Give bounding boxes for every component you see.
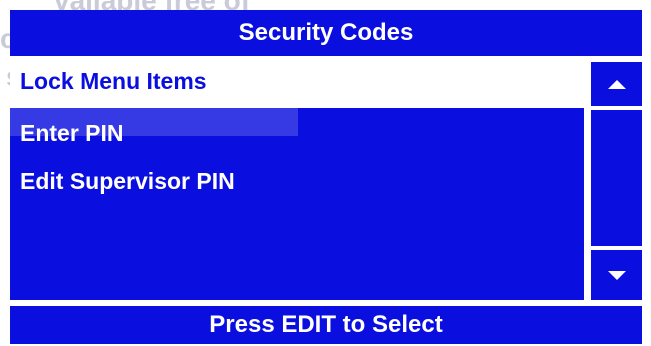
scrollbar[interactable]: [591, 62, 642, 300]
menu-item-label: Lock Menu Items: [20, 67, 207, 94]
menu-list: Lock Menu Items Enter PIN Edit Superviso…: [10, 56, 584, 300]
footer-bar: Press EDIT to Select: [10, 306, 642, 344]
highlight-overlay: [10, 108, 298, 136]
triangle-down-icon: [607, 270, 626, 280]
scroll-track[interactable]: [591, 110, 642, 246]
scroll-down-button[interactable]: [591, 250, 642, 300]
menu-item-label: Edit Supervisor PIN: [20, 167, 235, 194]
page-title: Security Codes: [238, 19, 414, 46]
triangle-up-icon: [607, 79, 626, 89]
footer-hint: Press EDIT to Select: [209, 311, 443, 338]
menu-item-lock-menu-items[interactable]: Lock Menu Items: [10, 56, 584, 106]
menu-item-edit-supervisor-pin[interactable]: Edit Supervisor PIN: [10, 156, 584, 206]
title-bar: Security Codes: [10, 10, 642, 56]
scroll-up-button[interactable]: [591, 62, 642, 106]
